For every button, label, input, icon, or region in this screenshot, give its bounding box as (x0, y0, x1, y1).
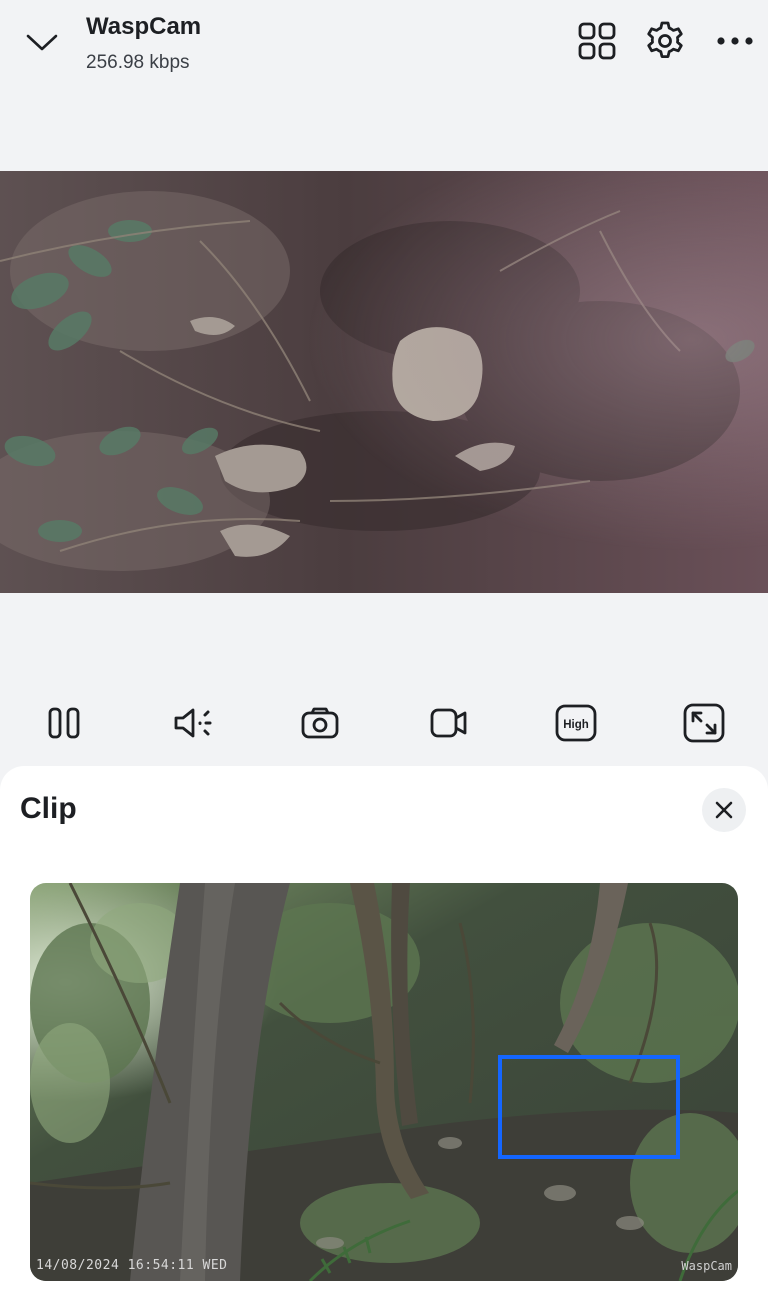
video-icon (430, 708, 467, 738)
multi-view-button[interactable] (576, 20, 618, 62)
chevron-down-icon (26, 34, 58, 51)
close-button[interactable] (702, 788, 746, 832)
quality-button[interactable]: High (553, 700, 599, 746)
volume-icon (174, 708, 212, 738)
clip-thumbnail[interactable]: 14/08/2024 16:54:11 WED WaspCam (30, 883, 738, 1281)
clip-timestamp: 14/08/2024 16:54:11 WED (36, 1258, 228, 1273)
more-options-button[interactable] (714, 20, 756, 62)
sound-button[interactable] (170, 700, 216, 746)
fullscreen-button[interactable] (681, 700, 727, 746)
camera-info: WaspCam 256.98 kbps (86, 12, 201, 76)
pause-button[interactable] (41, 700, 87, 746)
live-video-feed[interactable] (0, 171, 768, 593)
clip-panel-title: Clip (20, 792, 77, 825)
collapse-button[interactable] (22, 24, 62, 60)
clip-panel: Clip 14/08/2024 16:54:11 WED WaspCam (0, 766, 768, 1293)
playback-controls: High (0, 700, 768, 746)
close-icon (715, 801, 733, 819)
quality-icon: High (555, 704, 597, 742)
live-frame (0, 171, 768, 593)
pause-icon (48, 707, 80, 739)
motion-detection-box (498, 1055, 680, 1159)
gear-icon (647, 21, 683, 58)
quality-label: High (563, 719, 589, 731)
snapshot-button[interactable] (297, 700, 343, 746)
fullscreen-icon (683, 703, 725, 743)
grid-icon (578, 22, 616, 60)
record-button[interactable] (426, 700, 472, 746)
top-bar: WaspCam 256.98 kbps (0, 0, 768, 90)
settings-button[interactable] (644, 20, 686, 62)
bitrate-readout: 256.98 kbps (86, 52, 190, 73)
clip-watermark: WaspCam (681, 1259, 732, 1273)
camera-icon (301, 707, 339, 739)
more-icon (717, 37, 753, 45)
camera-name: WaspCam (86, 13, 202, 40)
